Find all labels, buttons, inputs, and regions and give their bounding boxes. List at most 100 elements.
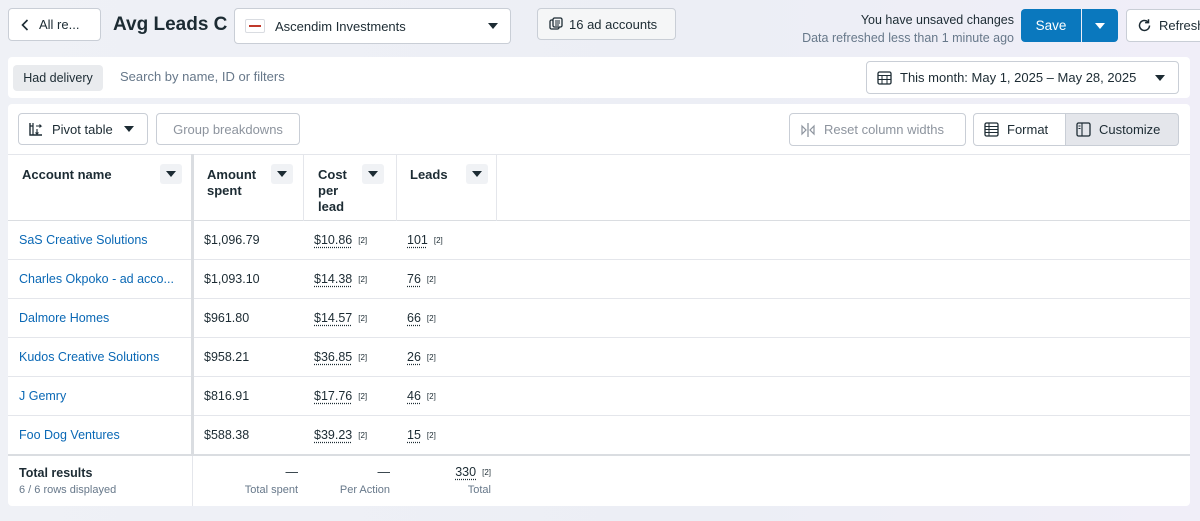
table-row: Charles Okpoko - ad acco... $1,093.10 $1… [8, 260, 1190, 299]
refresh-icon [1137, 18, 1152, 33]
group-breakdowns-button[interactable]: Group breakdowns [156, 113, 300, 145]
reset-column-widths-button[interactable]: Reset column widths [789, 113, 966, 146]
cost-per-lead-value[interactable]: $39.23 [314, 428, 352, 442]
chevron-down-icon [488, 23, 498, 29]
footnote-badge: [2] [482, 468, 491, 478]
footnote-badge: [2] [426, 275, 436, 285]
column-header-label: Cost per lead [318, 167, 347, 214]
column-header-account-name[interactable]: Account name [12, 155, 190, 221]
report-header: All re... Avg Leads C Ascendim Investmen… [0, 0, 1200, 52]
leads-value[interactable]: 26 [407, 350, 421, 364]
format-button[interactable]: Format [973, 113, 1066, 146]
footnote-badge: [2] [358, 431, 368, 441]
chevron-down-icon [1155, 74, 1165, 81]
per-action-label: Per Action [339, 484, 390, 496]
leads-value[interactable]: 76 [407, 272, 421, 286]
refresh-label: Refresh [1159, 18, 1200, 33]
report-title[interactable]: Avg Leads C [113, 14, 227, 36]
total-leads-value[interactable]: 330 [455, 465, 476, 479]
pivot-table-label: Pivot table [52, 121, 113, 137]
footnote-badge: [2] [358, 314, 368, 324]
leads-value[interactable]: 15 [407, 428, 421, 442]
date-range-label: This month: May 1, 2025 – May 28, 2025 [900, 70, 1137, 85]
back-label: All re... [39, 17, 80, 32]
had-delivery-chip[interactable]: Had delivery [13, 65, 103, 91]
refresh-button[interactable]: Refresh [1126, 9, 1200, 42]
column-header-amount-spent[interactable]: Amount spent [197, 155, 303, 221]
calendar-icon [877, 70, 892, 85]
account-select[interactable]: Ascendim Investments [234, 8, 511, 44]
totals-divider [192, 456, 193, 506]
table-row: Dalmore Homes $961.80 $14.57 [2] 66 [2] [8, 299, 1190, 338]
footnote-badge: [2] [426, 431, 436, 441]
report-panel: Pivot table Group breakdowns Reset colum… [8, 104, 1190, 506]
totals-row: Total results 6 / 6 rows displayed — Tot… [8, 454, 1190, 506]
save-options-button[interactable] [1082, 9, 1118, 42]
leads-cell: 101 [2] [407, 233, 443, 247]
ad-accounts-button[interactable]: 16 ad accounts [537, 8, 676, 40]
account-name: Ascendim Investments [275, 18, 406, 34]
account-name-link[interactable]: SaS Creative Solutions [19, 233, 184, 247]
table-header: Account name Amount spent Cost per lead … [8, 154, 1190, 221]
cost-per-lead-value[interactable]: $10.86 [314, 233, 352, 247]
footnote-badge: [2] [426, 392, 436, 402]
column-header-label: Leads [410, 167, 448, 182]
footnote-badge: [2] [358, 236, 368, 246]
cost-per-lead-value[interactable]: $36.85 [314, 350, 352, 364]
table-row: Kudos Creative Solutions $958.21 $36.85 [… [8, 338, 1190, 377]
unsaved-text: You have unsaved changes [860, 13, 1014, 27]
column-menu-icon[interactable] [362, 164, 384, 184]
column-divider[interactable] [303, 155, 304, 221]
column-menu-icon[interactable] [160, 164, 182, 184]
frozen-column-divider[interactable] [191, 154, 194, 454]
column-divider[interactable] [496, 155, 497, 221]
pivot-table-button[interactable]: Pivot table [18, 113, 148, 145]
amount-spent-value: $1,096.79 [204, 233, 260, 247]
cost-per-lead-value[interactable]: $14.57 [314, 311, 352, 325]
table-row: Foo Dog Ventures $588.38 $39.23 [2] 15 [2] [8, 416, 1190, 455]
cost-per-lead-value[interactable]: $17.76 [314, 389, 352, 403]
total-leads-label: Total [467, 484, 491, 496]
per-action-value: — [377, 465, 391, 479]
footnote-badge: [2] [358, 392, 368, 402]
cost-per-lead-value[interactable]: $14.38 [314, 272, 352, 286]
customize-label: Customize [1099, 122, 1161, 137]
cost-per-lead-cell: $17.76 [2] [314, 389, 367, 403]
footnote-badge: [2] [358, 353, 368, 363]
column-divider[interactable] [396, 155, 397, 221]
column-header-cost-per-lead[interactable]: Cost per lead [308, 155, 396, 221]
total-spent-value: — [285, 465, 299, 479]
leads-value[interactable]: 46 [407, 389, 421, 403]
leads-value[interactable]: 101 [407, 233, 428, 247]
table-row: J Gemry $816.91 $17.76 [2] 46 [2] [8, 377, 1190, 416]
column-menu-icon[interactable] [466, 164, 488, 184]
account-name-link[interactable]: Dalmore Homes [19, 311, 184, 325]
account-name-link[interactable]: Foo Dog Ventures [19, 428, 184, 442]
back-button[interactable]: All re... [8, 8, 101, 41]
leads-cell: 15 [2] [407, 428, 436, 442]
footnote-badge: [2] [426, 314, 436, 324]
amount-spent-value: $1,093.10 [204, 272, 260, 286]
footnote-badge: [2] [426, 353, 436, 363]
account-name-link[interactable]: Charles Okpoko - ad acco... [19, 272, 184, 286]
column-menu-icon[interactable] [271, 164, 293, 184]
leads-cell: 46 [2] [407, 389, 436, 403]
customize-button[interactable]: Customize [1065, 113, 1179, 146]
table-row: SaS Creative Solutions $1,096.79 $10.86 [… [8, 221, 1190, 260]
ad-accounts-label: 16 ad accounts [569, 16, 658, 32]
refreshed-text: Data refreshed less than 1 minute ago [802, 31, 1014, 45]
leads-value[interactable]: 66 [407, 311, 421, 325]
save-button[interactable]: Save [1021, 9, 1081, 42]
column-header-leads[interactable]: Leads [400, 155, 496, 221]
date-range-picker[interactable]: This month: May 1, 2025 – May 28, 2025 [866, 61, 1179, 94]
filter-bar: Had delivery This month: May 1, 2025 – M… [8, 57, 1190, 98]
account-name-link[interactable]: Kudos Creative Solutions [19, 350, 184, 364]
search-input[interactable] [120, 69, 720, 84]
amount-spent-value: $816.91 [204, 389, 250, 403]
chevron-down-icon [124, 126, 134, 132]
format-label: Format [1007, 122, 1049, 137]
amount-spent-value: $588.38 [204, 428, 250, 442]
cost-per-lead-cell: $39.23 [2] [314, 428, 367, 442]
total-leads-cell: 330 [2] [455, 465, 491, 479]
account-name-link[interactable]: J Gemry [19, 389, 184, 403]
